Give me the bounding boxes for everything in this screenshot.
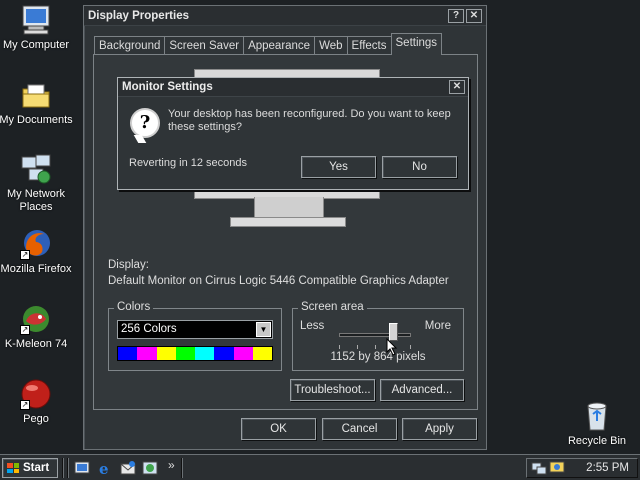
screen-area-slider-track[interactable] — [339, 333, 411, 337]
windows-logo-icon — [7, 463, 19, 473]
dialog-titlebar[interactable]: Monitor Settings ✕ — [118, 78, 468, 97]
yes-button[interactable]: Yes — [301, 156, 376, 178]
advanced-button[interactable]: Advanced... — [380, 379, 464, 401]
mouse-pointer-icon — [386, 338, 398, 356]
dialog-close-button[interactable]: ✕ — [449, 80, 465, 94]
color-swatch — [214, 347, 234, 360]
dialog-message: Your desktop has been reconfigured. Do y… — [168, 108, 451, 133]
network-tray-icon[interactable] — [531, 460, 547, 476]
revert-countdown: Reverting in 12 seconds — [129, 157, 248, 169]
monitor-base — [230, 217, 346, 227]
desktop-icon-my-computer[interactable]: My Computer — [0, 4, 74, 52]
network-icon — [20, 153, 52, 185]
close-button[interactable]: ✕ — [466, 8, 482, 23]
display-label: Display: — [108, 259, 149, 271]
desktop-icon-k-meleon[interactable]: ↗ K-Meleon 74 — [0, 303, 74, 351]
tab-screen-saver[interactable]: Screen Saver — [164, 36, 245, 55]
colors-group: Colors 256 Colors ▼ — [108, 301, 282, 371]
taskbar-separator — [62, 458, 64, 478]
quick-launch-chevron[interactable]: » — [168, 458, 175, 472]
less-label: Less — [300, 320, 325, 332]
recycle-bin-icon — [581, 400, 613, 432]
window-titlebar[interactable]: Display Properties ? ✕ — [84, 6, 486, 26]
taskbar: Start e » 2:55 PM — [0, 454, 640, 480]
colors-legend: Colors — [114, 301, 154, 313]
taskbar-clock[interactable]: 2:55 PM — [586, 462, 629, 474]
help-button[interactable]: ? — [448, 8, 464, 23]
desktop-icon-mozilla-firefox[interactable]: ↗ Mozilla Firefox — [0, 228, 74, 276]
apply-button[interactable]: Apply — [402, 418, 477, 440]
shortcut-arrow-icon: ↗ — [20, 325, 30, 335]
troubleshoot-button[interactable]: Troubleshoot... — [290, 379, 375, 401]
pego-icon: ↗ — [20, 378, 52, 410]
taskbar-separator — [181, 458, 183, 478]
firefox-icon: ↗ — [20, 228, 52, 260]
screen-area-value: 1152 by 864 pixels — [330, 351, 426, 363]
chevron-down-icon[interactable]: ▼ — [256, 322, 271, 337]
internet-explorer-icon[interactable]: e — [97, 460, 113, 476]
color-swatch — [156, 347, 176, 360]
start-button[interactable]: Start — [2, 458, 58, 478]
screen-area-group: Screen area Less More 1152 by 864 pixels — [292, 301, 464, 371]
show-desktop-icon[interactable] — [74, 460, 90, 476]
color-swatch — [118, 347, 138, 360]
desktop-icon-my-documents[interactable]: My Documents — [0, 79, 74, 127]
question-icon: ? — [130, 108, 160, 138]
color-swatch — [252, 347, 272, 360]
shortcut-arrow-icon: ↗ — [20, 400, 30, 410]
dialog-title: Monitor Settings — [122, 81, 213, 93]
window-title: Display Properties — [88, 9, 189, 22]
monitor-settings-dialog: Monitor Settings ✕ ? Your desktop has be… — [117, 77, 469, 190]
start-label: Start — [23, 462, 50, 474]
color-palette-preview — [117, 346, 273, 361]
screen-area-legend: Screen area — [298, 301, 367, 313]
display-tray-icon[interactable] — [549, 460, 565, 476]
more-label: More — [424, 320, 451, 332]
colors-select-value: 256 Colors — [121, 323, 177, 335]
media-player-icon[interactable] — [142, 460, 158, 476]
display-adapter-value: Default Monitor on Cirrus Logic 5446 Com… — [108, 275, 449, 287]
colors-select[interactable]: 256 Colors ▼ — [117, 320, 273, 339]
documents-folder-icon — [20, 79, 52, 111]
taskbar-separator — [67, 458, 69, 478]
desktop-icon-label: My Network Places — [6, 188, 66, 213]
no-button[interactable]: No — [382, 156, 457, 178]
desktop-icon-label: Mozilla Firefox — [0, 263, 72, 275]
shortcut-arrow-icon: ↗ — [20, 250, 30, 260]
svg-text:e: e — [99, 460, 109, 476]
tab-background[interactable]: Background — [94, 36, 166, 55]
outlook-express-icon[interactable] — [120, 460, 136, 476]
desktop-icon-label: Pego — [23, 413, 49, 425]
ok-button[interactable]: OK — [241, 418, 316, 440]
color-swatch — [175, 347, 195, 360]
desktop-icon-label: Recycle Bin — [567, 435, 627, 447]
color-swatch — [137, 347, 157, 360]
tab-strip: Background Screen Saver Appearance Web E… — [94, 33, 443, 55]
desktop-icon-recycle-bin[interactable]: Recycle Bin — [559, 400, 635, 448]
desktop-icon-label: K-Meleon 74 — [4, 338, 68, 350]
monitor-stand — [254, 197, 324, 219]
tab-effects[interactable]: Effects — [346, 36, 392, 55]
desktop-icon-label: My Documents — [0, 114, 73, 126]
desktop-icon-my-network-places[interactable]: My Network Places — [0, 153, 74, 214]
system-tray: 2:55 PM — [526, 458, 638, 478]
color-swatch — [195, 347, 215, 360]
computer-icon — [20, 4, 52, 36]
display-properties-window: Display Properties ? ✕ Background Screen… — [83, 5, 487, 450]
slider-ticks — [339, 345, 411, 349]
desktop-icon-label: My Computer — [2, 39, 70, 51]
tab-web[interactable]: Web — [314, 36, 348, 55]
color-swatch — [233, 347, 253, 360]
tab-appearance[interactable]: Appearance — [243, 36, 316, 55]
k-meleon-icon: ↗ — [20, 303, 52, 335]
cancel-button[interactable]: Cancel — [322, 418, 397, 440]
desktop-icon-pego[interactable]: ↗ Pego — [0, 378, 74, 426]
tab-settings[interactable]: Settings — [390, 33, 443, 55]
